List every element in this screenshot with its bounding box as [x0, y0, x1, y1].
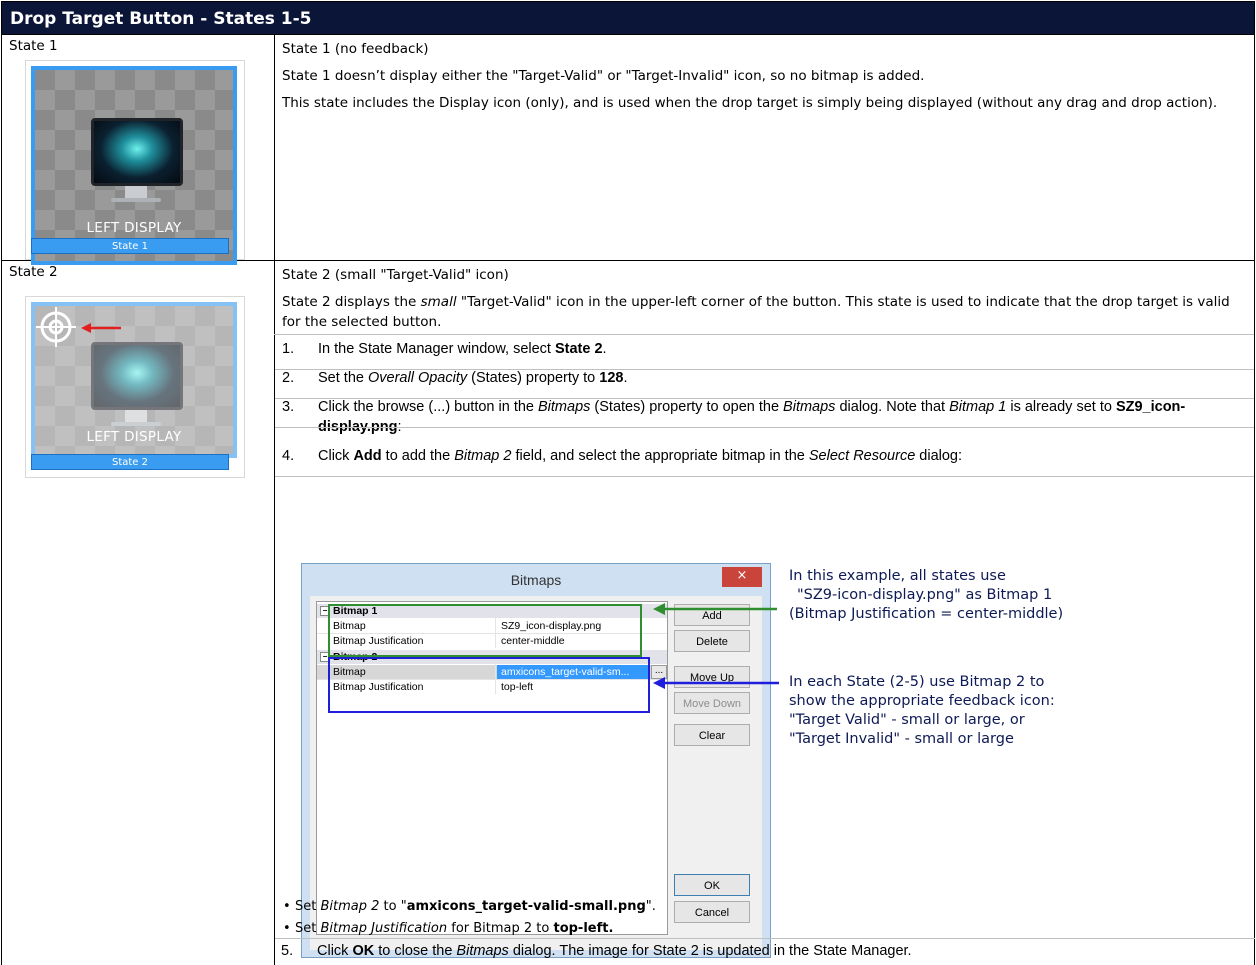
display-monitor-icon: [91, 342, 183, 410]
step-5: 5. Click OK to close the Bitmaps dialog. …: [281, 943, 912, 959]
dialog-title: Bitmaps: [510, 572, 562, 588]
state-2-bar: State 2: [31, 454, 229, 470]
close-button[interactable]: ×: [722, 567, 762, 587]
step-2: 2. Set the Overall Opacity (States) prope…: [282, 370, 628, 386]
state-1-button-preview: LEFT DISPLAY: [31, 66, 237, 265]
state-1-heading: State 1 (no feedback): [282, 41, 429, 57]
move-down-button[interactable]: Move Down: [674, 692, 750, 714]
display-label: LEFT DISPLAY: [86, 220, 182, 236]
column-divider: [274, 261, 275, 965]
callout-arrows: [653, 603, 779, 689]
bullet-1: • Set Bitmap 2 to "amxicons_target-valid-…: [283, 899, 656, 914]
state-1-description: State 1 (no feedback) State 1 doesn’t di…: [282, 39, 1248, 120]
state-1-paragraph-1: State 1 doesn’t display either the "Targ…: [282, 68, 925, 84]
ok-button[interactable]: OK: [674, 874, 750, 896]
step-4: 4. Click Add to add the Bitmap 2 field, a…: [282, 448, 963, 464]
state-1-paragraph-2: This state includes the Display icon (on…: [282, 95, 1218, 111]
clear-button[interactable]: Clear: [674, 724, 750, 746]
bullet-list: • Set Bitmap 2 to "amxicons_target-valid-…: [281, 898, 1241, 938]
state-2-description: State 2 (small "Target-Valid" icon) Stat…: [282, 265, 1248, 338]
state-1-row: State 1 LEFT DISPLAY State 1 State 1 (no…: [1, 35, 1255, 265]
red-arrow-icon: [81, 323, 121, 333]
column-divider: [274, 35, 275, 260]
state-2-thumbnail: LEFT DISPLAY State 2: [25, 296, 245, 478]
green-callout: In this example, all states use "SZ9-ico…: [789, 568, 1064, 622]
blue-callout: In each State (2-5) use Bitmap 2 to show…: [789, 674, 1055, 747]
steps-list: 1. In the State Manager window, select St…: [274, 334, 1254, 466]
step-1: 1. In the State Manager window, select St…: [282, 341, 607, 357]
bullet-2: • Set Bitmap Justification for Bitmap 2 t…: [283, 921, 614, 936]
state-2-label: State 2: [9, 264, 58, 280]
display-label: LEFT DISPLAY: [86, 429, 182, 445]
target-valid-icon: [36, 307, 76, 347]
document: Drop Target Button - States 1-5 State 1 …: [1, 1, 1255, 965]
monitor-base-icon: [111, 198, 161, 202]
state-1-label: State 1: [9, 38, 58, 54]
state-2-heading: State 2 (small "Target-Valid" icon): [282, 267, 509, 283]
bitmap-1-highlight: [328, 604, 642, 657]
step-3: 3. Click the browse (...) button in the B…: [282, 399, 1186, 435]
display-monitor-icon: [91, 118, 183, 186]
state-1-thumbnail: LEFT DISPLAY State 1: [25, 60, 245, 265]
state-1-bar: State 1: [31, 238, 229, 254]
table-title: Drop Target Button - States 1-5: [1, 1, 1255, 35]
state-2-paragraph: State 2 displays the small "Target-Valid…: [282, 294, 1230, 330]
bitmap-2-highlight: [328, 657, 650, 713]
monitor-base-icon: [111, 422, 161, 426]
